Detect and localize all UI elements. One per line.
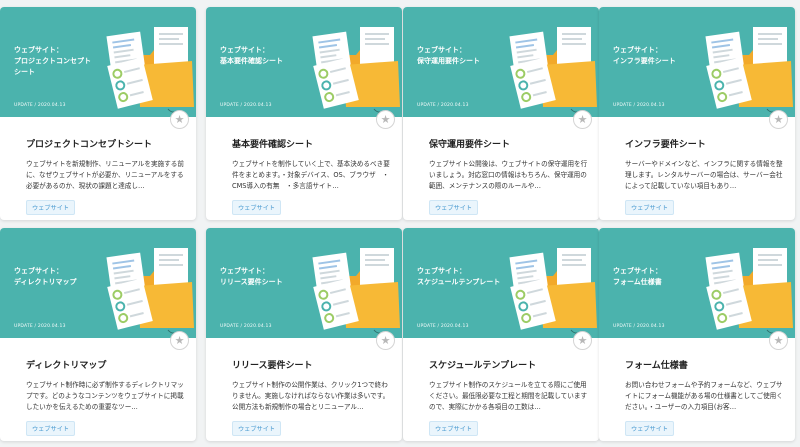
card-title[interactable]: 基本要件確認シート <box>232 137 313 150</box>
favorite-button[interactable]: ★ <box>376 331 395 350</box>
favorite-button[interactable]: ★ <box>170 331 189 350</box>
update-date: UPDATE / 2020.04.13 <box>613 103 665 108</box>
template-card[interactable]: ウェブサイト： スケジュールテンプレート UPDATE / 2020.04.13… <box>403 228 599 441</box>
category-tag[interactable]: ウェブサイト <box>26 421 76 436</box>
template-card[interactable]: ウェブサイト： 保守運用要件シート UPDATE / 2020.04.13 ★ … <box>403 7 599 220</box>
card-description: ウェブサイトを新規制作、リニューアルを実施する前に、なぜウェブサイトが必要か、リ… <box>26 160 184 190</box>
documents-folder-illustration <box>92 236 196 336</box>
update-date: UPDATE / 2020.04.13 <box>14 324 66 329</box>
card-description: サーバーやドメインなど、インフラに関する情報を整理します。レンタルサーバーの場合… <box>625 160 783 190</box>
card-title[interactable]: フォーム仕様書 <box>625 358 688 371</box>
card-thumbnail: ウェブサイト： インフラ要件シート UPDATE / 2020.04.13 <box>599 7 795 117</box>
card-thumbnail: ウェブサイト： 基本要件確認シート UPDATE / 2020.04.13 <box>206 7 402 117</box>
documents-folder-illustration <box>495 236 599 336</box>
card-title[interactable]: プロジェクトコンセプトシート <box>26 137 152 150</box>
card-thumbnail: ウェブサイト： スケジュールテンプレート UPDATE / 2020.04.13 <box>403 228 599 338</box>
update-date: UPDATE / 2020.04.13 <box>220 103 272 108</box>
template-card-grid: ウェブサイト： プロジェクトコンセプト シート UPDATE / 2020.04… <box>0 0 800 447</box>
update-date: UPDATE / 2020.04.13 <box>220 324 272 329</box>
category-tag[interactable]: ウェブサイト <box>625 200 675 215</box>
card-description: お問い合わせフォームや予約フォームなど、ウェブサイトにフォーム機能がある場の仕様… <box>625 381 783 411</box>
card-title[interactable]: リリース要件シート <box>232 358 313 371</box>
card-title[interactable]: インフラ要件シート <box>625 137 706 150</box>
card-title[interactable]: 保守運用要件シート <box>429 137 510 150</box>
card-description: ウェブサイト公開後は、ウェブサイトの保守運用を行いましょう。対応窓口の情報はもち… <box>429 160 588 190</box>
star-icon: ★ <box>174 334 185 347</box>
template-card[interactable]: ウェブサイト： フォーム仕様書 UPDATE / 2020.04.13 ★ フォ… <box>599 228 795 441</box>
favorite-button[interactable]: ★ <box>769 331 788 350</box>
template-card[interactable]: ウェブサイト： インフラ要件シート UPDATE / 2020.04.13 ★ … <box>599 7 795 220</box>
update-date: UPDATE / 2020.04.13 <box>613 324 665 329</box>
favorite-button[interactable]: ★ <box>376 110 395 129</box>
template-card[interactable]: ウェブサイト： 基本要件確認シート UPDATE / 2020.04.13 ★ … <box>206 7 402 220</box>
template-card[interactable]: ウェブサイト： ディレクトリマップ UPDATE / 2020.04.13 ★ … <box>0 228 196 441</box>
favorite-button[interactable]: ★ <box>170 110 189 129</box>
favorite-button[interactable]: ★ <box>573 110 592 129</box>
card-description: ウェブサイトを制作していく上で、基本決めるべき要件をまとめます。・対象デバイス、… <box>232 160 390 190</box>
update-date: UPDATE / 2020.04.13 <box>14 103 66 108</box>
star-icon: ★ <box>174 113 185 126</box>
card-description: ウェブサイト制作のスケジュールを立てる際にご使用ください。最低限必要な工程と期間… <box>429 381 588 411</box>
card-thumbnail: ウェブサイト： リリース要件シート UPDATE / 2020.04.13 <box>206 228 402 338</box>
documents-folder-illustration <box>298 236 402 336</box>
template-card[interactable]: ウェブサイト： リリース要件シート UPDATE / 2020.04.13 ★ … <box>206 228 402 441</box>
category-tag[interactable]: ウェブサイト <box>429 421 479 436</box>
favorite-button[interactable]: ★ <box>769 110 788 129</box>
update-date: UPDATE / 2020.04.13 <box>417 103 469 108</box>
card-thumbnail: ウェブサイト： プロジェクトコンセプト シート UPDATE / 2020.04… <box>0 7 196 117</box>
star-icon: ★ <box>773 113 784 126</box>
favorite-button[interactable]: ★ <box>573 331 592 350</box>
documents-folder-illustration <box>691 236 795 336</box>
card-thumbnail: ウェブサイト： フォーム仕様書 UPDATE / 2020.04.13 <box>599 228 795 338</box>
category-tag[interactable]: ウェブサイト <box>232 421 282 436</box>
card-description: ウェブサイト制作時に必ず制作するディレクトリマップです。どのようなコンテンツをウ… <box>26 381 184 411</box>
documents-folder-illustration <box>691 15 795 115</box>
card-title[interactable]: ディレクトリマップ <box>26 358 106 371</box>
star-icon: ★ <box>577 334 588 347</box>
documents-folder-illustration <box>495 15 599 115</box>
documents-folder-illustration <box>298 15 402 115</box>
category-tag[interactable]: ウェブサイト <box>232 200 282 215</box>
card-description: ウェブサイト制作の公開作業は、クリック1つで終わりません。実施しなければならない… <box>232 381 390 411</box>
card-title[interactable]: スケジュールテンプレート <box>429 358 536 371</box>
category-tag[interactable]: ウェブサイト <box>625 421 675 436</box>
star-icon: ★ <box>380 334 391 347</box>
card-thumbnail: ウェブサイト： ディレクトリマップ UPDATE / 2020.04.13 <box>0 228 196 338</box>
category-tag[interactable]: ウェブサイト <box>429 200 479 215</box>
star-icon: ★ <box>380 113 391 126</box>
star-icon: ★ <box>773 334 784 347</box>
documents-folder-illustration <box>92 15 196 115</box>
card-thumbnail: ウェブサイト： 保守運用要件シート UPDATE / 2020.04.13 <box>403 7 599 117</box>
update-date: UPDATE / 2020.04.13 <box>417 324 469 329</box>
star-icon: ★ <box>577 113 588 126</box>
category-tag[interactable]: ウェブサイト <box>26 200 76 215</box>
template-card[interactable]: ウェブサイト： プロジェクトコンセプト シート UPDATE / 2020.04… <box>0 7 196 220</box>
